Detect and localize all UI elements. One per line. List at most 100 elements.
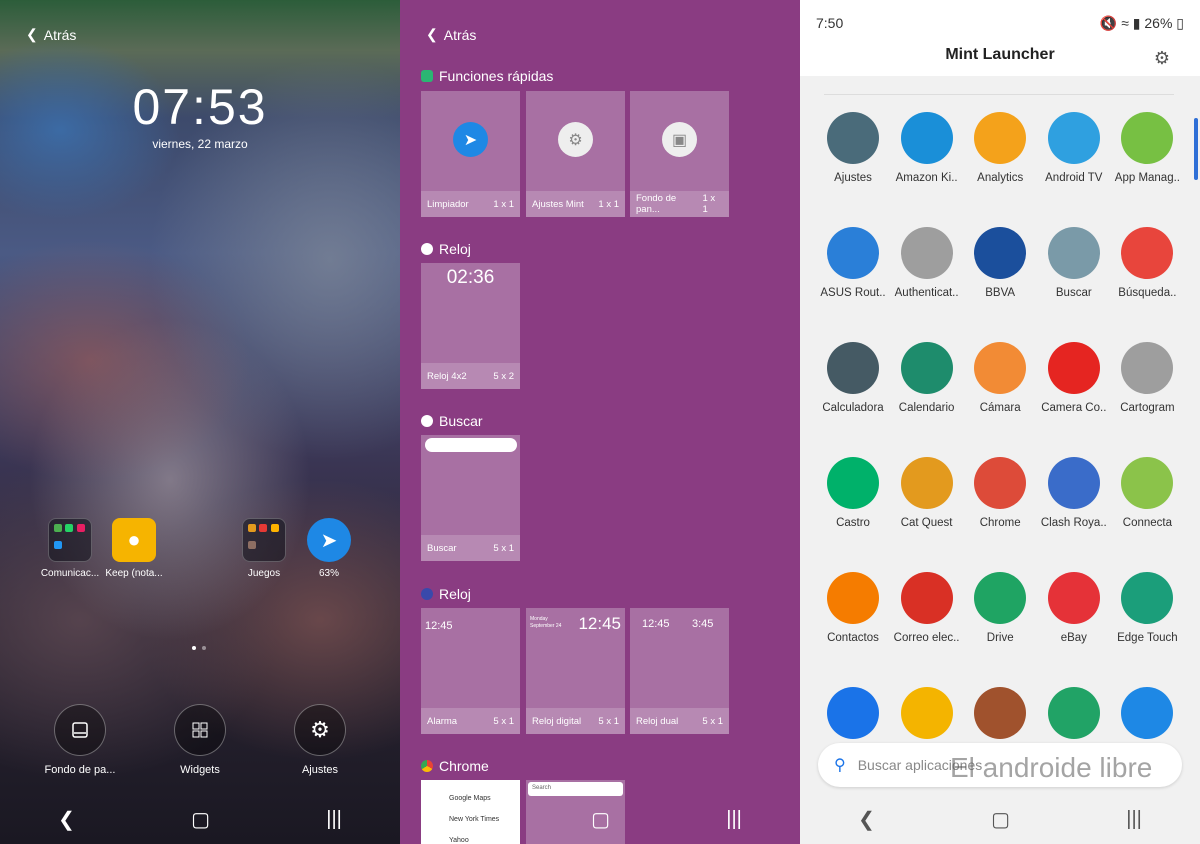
app-label: Clash Roya.. xyxy=(1040,517,1107,529)
app-item[interactable]: Drive xyxy=(963,572,1037,644)
back-button[interactable]: ❮ Atrás xyxy=(426,26,476,43)
folder-icon xyxy=(242,518,286,562)
recents-nav-icon[interactable]: ||| xyxy=(1126,808,1142,831)
app-label: Cat Quest xyxy=(900,517,953,529)
app-item[interactable]: Castro xyxy=(816,457,890,529)
widget-card[interactable]: ⚙ Ajustes Mint 1 x 1 xyxy=(526,91,625,217)
cleaner-widget[interactable]: ➤ 63% xyxy=(299,518,359,579)
chevron-left-icon: ❮ xyxy=(26,26,38,42)
app-item[interactable]: Ajustes xyxy=(816,112,890,184)
app-item[interactable]: Amazon Ki.. xyxy=(890,112,964,184)
app-label: Chrome xyxy=(979,517,1021,529)
app-item[interactable]: Authenticat.. xyxy=(890,227,964,299)
app-icon xyxy=(827,342,879,394)
widget-card[interactable]: Buscar 5 x 1 xyxy=(421,435,520,561)
app-icon xyxy=(900,687,953,739)
app-item[interactable]: Calendario xyxy=(890,342,964,414)
app-item[interactable] xyxy=(890,687,964,747)
app-item[interactable] xyxy=(816,687,890,747)
folder-juegos[interactable]: Juegos xyxy=(234,518,294,579)
section-title: Reloj xyxy=(421,241,471,257)
app-item[interactable]: Buscar xyxy=(1037,227,1111,299)
app-item[interactable]: Cartogram xyxy=(1110,342,1184,414)
widget-card[interactable]: ▣ Fondo de pan... 1 x 1 xyxy=(630,91,729,217)
app-label: Amazon Ki.. xyxy=(895,172,958,184)
app-label: Cartogram xyxy=(1120,402,1175,414)
app-item[interactable]: Búsqueda.. xyxy=(1110,227,1184,299)
app-item[interactable]: Camera Co.. xyxy=(1037,342,1111,414)
home-screen: ❮ Atrás 07:53 viernes, 22 marzo Comunica… xyxy=(0,0,400,844)
home-nav-icon[interactable]: ▢ xyxy=(991,807,1010,832)
recents-nav-icon[interactable]: ||| xyxy=(326,808,342,831)
clock-widget[interactable]: 07:53 xyxy=(0,78,400,136)
app-item[interactable]: Correo elec.. xyxy=(890,572,964,644)
scrollbar[interactable] xyxy=(1194,118,1198,180)
widget-card[interactable]: ➤ Limpiador 1 x 1 xyxy=(421,91,520,217)
gear-icon[interactable]: ⚙ xyxy=(1154,48,1170,69)
app-icon xyxy=(1047,687,1100,739)
app-item[interactable]: Connecta xyxy=(1110,457,1184,529)
back-nav-icon[interactable]: ❮ xyxy=(58,807,75,832)
search-bar-preview xyxy=(425,438,517,452)
app-item[interactable]: Cat Quest xyxy=(890,457,964,529)
app-icon xyxy=(1047,227,1100,279)
dock-wallpaper[interactable]: Fondo de pa... xyxy=(30,704,130,776)
app-item[interactable]: eBay xyxy=(1037,572,1111,644)
back-nav-icon[interactable]: ❮ xyxy=(858,807,875,832)
home-nav-icon[interactable]: ▢ xyxy=(191,807,210,832)
app-icon xyxy=(900,572,953,624)
app-label: eBay xyxy=(1060,632,1087,644)
status-time: 7:50 xyxy=(816,15,844,31)
app-icon xyxy=(1047,572,1100,624)
divider xyxy=(824,94,1174,95)
app-item[interactable] xyxy=(1037,687,1111,747)
app-icon xyxy=(1121,342,1174,394)
app-icon xyxy=(974,572,1027,624)
folder-icon xyxy=(48,518,92,562)
widget-time: 12:45 xyxy=(425,620,453,632)
date-label: viernes, 22 marzo xyxy=(152,137,248,151)
nav-bar: ❮ ▢ ||| xyxy=(0,794,400,844)
app-label: Cámara xyxy=(979,402,1021,414)
app-item[interactable]: Contactos xyxy=(816,572,890,644)
dock-widgets[interactable]: Widgets xyxy=(150,704,250,776)
app-item[interactable]: Android TV xyxy=(1037,112,1111,184)
nav-bar: ❮ ▢ ||| xyxy=(800,794,1200,844)
section-title: Funciones rápidas xyxy=(421,68,553,84)
app-label: Connecta xyxy=(1122,517,1172,529)
section-title: Chrome xyxy=(421,758,489,774)
app-item[interactable]: Clash Roya.. xyxy=(1037,457,1111,529)
app-item[interactable] xyxy=(1110,687,1184,747)
app-item[interactable]: Edge Touch xyxy=(1110,572,1184,644)
app-keep[interactable]: ● Keep (nota... xyxy=(104,518,164,579)
app-icon xyxy=(974,112,1027,164)
app-icon xyxy=(1121,227,1174,279)
app-item[interactable]: BBVA xyxy=(963,227,1037,299)
app-icon xyxy=(1047,112,1100,164)
folder-comunicacion[interactable]: Comunicac... xyxy=(40,518,100,579)
app-item[interactable]: Calculadora xyxy=(816,342,890,414)
app-icon xyxy=(827,112,879,164)
app-item[interactable]: ASUS Rout.. xyxy=(816,227,890,299)
widget-card[interactable]: 02:36 Reloj 4x2 5 x 2 xyxy=(421,263,520,389)
home-nav-icon[interactable]: ▢ xyxy=(591,807,610,832)
app-item[interactable] xyxy=(963,687,1037,747)
app-item[interactable]: Analytics xyxy=(963,112,1037,184)
nav-bar: ❮ ▢ ||| xyxy=(400,794,800,844)
page-indicator xyxy=(192,646,206,650)
widget-time: 12:45 xyxy=(642,618,670,630)
app-icon xyxy=(974,342,1027,394)
app-item[interactable]: Cámara xyxy=(963,342,1037,414)
widget-card[interactable]: 12:45 3:45 Reloj dual 5 x 1 xyxy=(630,608,729,734)
app-item[interactable]: App Manag.. xyxy=(1110,112,1184,184)
back-button[interactable]: ❮ Atrás xyxy=(26,26,76,43)
widget-card[interactable]: 12:45 Alarma 5 x 1 xyxy=(421,608,520,734)
app-icon xyxy=(974,227,1027,279)
widget-card[interactable]: Monday September 24 12:45 Reloj digital 5… xyxy=(526,608,625,734)
dock-settings[interactable]: ⚙ Ajustes xyxy=(270,704,370,776)
recents-nav-icon[interactable]: ||| xyxy=(726,808,742,831)
app-item[interactable]: Chrome xyxy=(963,457,1037,529)
quick-functions-icon xyxy=(421,70,433,82)
image-icon: ▣ xyxy=(662,122,697,157)
rocket-icon: ➤ xyxy=(453,122,488,157)
